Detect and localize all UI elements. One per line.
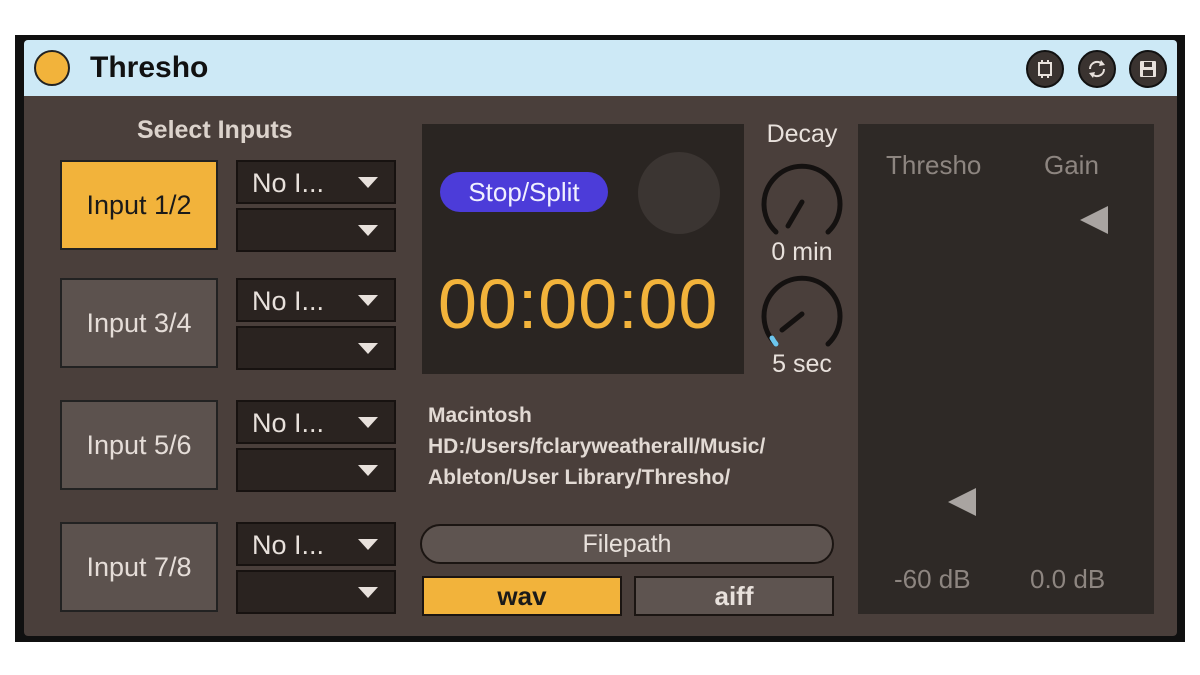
chevron-down-icon	[358, 417, 378, 428]
chevron-down-icon	[358, 343, 378, 354]
input-1-2-button[interactable]: Input 1/2	[60, 160, 218, 250]
gain-value: 0.0 dB	[1030, 564, 1106, 594]
format-wav-button[interactable]: wav	[422, 576, 622, 616]
thresho-value: -60 dB	[894, 564, 971, 594]
input-5-6-left-dropdown[interactable]: No I...	[236, 400, 396, 444]
filepath-line-3: Ableton/User Library/Thresho/	[428, 466, 731, 489]
chevron-down-icon	[358, 465, 378, 476]
save-icon	[1140, 61, 1156, 77]
input-3-4-left-dropdown[interactable]: No I...	[236, 278, 396, 322]
threshold-slider-handle-icon[interactable]	[948, 488, 976, 516]
input-1-2-left-dropdown[interactable]: No I...	[236, 160, 396, 204]
decay-seconds-value: 5 sec	[772, 350, 832, 378]
power-led-icon[interactable]	[34, 50, 70, 86]
gain-label: Gain	[1044, 150, 1099, 180]
chevron-down-icon	[358, 539, 378, 550]
input-3-4-right-dropdown[interactable]	[236, 326, 396, 370]
stop-split-button[interactable]: Stop/Split	[440, 172, 608, 212]
dropdown-value: No I...	[252, 530, 325, 560]
input-5-6-right-dropdown[interactable]	[236, 448, 396, 492]
chevron-down-icon	[358, 225, 378, 236]
format-aiff-button[interactable]: aiff	[634, 576, 834, 616]
input-3-4-button[interactable]: Input 3/4	[60, 278, 218, 368]
chevron-down-icon	[358, 587, 378, 598]
input-1-2-right-dropdown[interactable]	[236, 208, 396, 252]
expand-icon	[1038, 60, 1052, 78]
device-titlebar: Thresho	[24, 40, 1177, 96]
elapsed-time: 00:00:00	[438, 265, 719, 343]
input-7-8-button[interactable]: Input 7/8	[60, 522, 218, 612]
save-button[interactable]	[1129, 50, 1167, 88]
record-indicator-icon	[638, 152, 720, 234]
refresh-button[interactable]	[1078, 50, 1116, 88]
dropdown-value: No I...	[252, 408, 325, 438]
input-5-6-button[interactable]: Input 5/6	[60, 400, 218, 490]
thresho-label: Thresho	[886, 150, 982, 180]
filepath-display: Macintosh HD:/Users/fclaryweatherall/Mus…	[428, 400, 848, 493]
dropdown-value: No I...	[252, 286, 325, 316]
timer-panel: Stop/Split 00:00:00	[422, 124, 744, 374]
chevron-down-icon	[358, 177, 378, 188]
decay-minutes-value: 0 min	[771, 238, 833, 266]
device-title: Thresho	[90, 51, 209, 84]
input-7-8-left-dropdown[interactable]: No I...	[236, 522, 396, 566]
chevron-down-icon	[358, 295, 378, 306]
decay-heading: Decay	[766, 120, 838, 148]
threshold-gain-panel: Thresho Gain -60 dB 0.0 dB	[858, 124, 1154, 614]
decay-seconds-knob[interactable]	[758, 270, 846, 358]
refresh-icon	[1088, 60, 1106, 78]
input-7-8-right-dropdown[interactable]	[236, 570, 396, 614]
gain-slider-handle-icon[interactable]	[1080, 206, 1108, 234]
filepath-button[interactable]: Filepath	[420, 524, 834, 564]
select-inputs-heading: Select Inputs	[137, 116, 293, 144]
dropdown-value: No I...	[252, 168, 325, 198]
expand-button[interactable]	[1026, 50, 1064, 88]
thresho-device: Thresho Select Inputs Input 1/2 Input 3/…	[24, 40, 1177, 636]
filepath-line-2: HD:/Users/fclaryweatherall/Music/	[428, 435, 766, 458]
filepath-line-1: Macintosh	[428, 404, 532, 427]
decay-minutes-knob[interactable]	[758, 158, 846, 246]
